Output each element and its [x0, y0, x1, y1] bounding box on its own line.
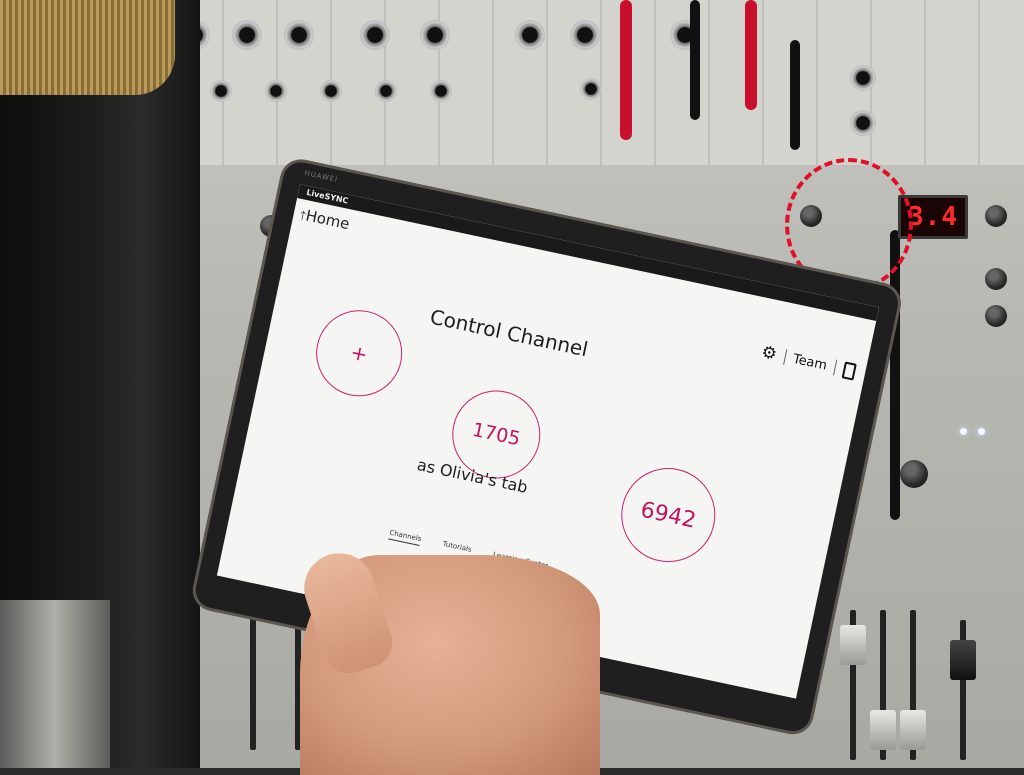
line-jack	[210, 80, 232, 102]
page-title: Control Channel	[427, 304, 591, 362]
fader-cap	[870, 710, 896, 750]
microphone-grille	[0, 0, 175, 95]
divider	[782, 348, 788, 365]
app-name: LiveSYNC	[305, 187, 350, 206]
red-cable	[745, 0, 757, 110]
status-led	[960, 428, 967, 435]
xlr-jack	[360, 20, 390, 50]
xlr-jack	[232, 20, 262, 50]
line-jack	[850, 65, 876, 91]
aux-return-knob	[985, 305, 1007, 327]
status-led	[978, 428, 985, 435]
black-cable	[690, 0, 700, 120]
gear-icon[interactable]: ⚙	[760, 342, 779, 365]
black-cable	[790, 40, 800, 150]
divider	[832, 359, 838, 376]
program-knob	[985, 205, 1007, 227]
phones-knob	[900, 460, 928, 488]
home-link[interactable]: 🡑Home	[297, 205, 351, 237]
xlr-jack	[284, 20, 314, 50]
microphone-base	[0, 600, 110, 768]
red-cable	[620, 0, 632, 140]
xlr-jack	[515, 20, 545, 50]
channel-button[interactable]: 6942	[612, 459, 725, 571]
xlr-jack	[420, 20, 450, 50]
fader-cap	[840, 625, 866, 665]
add-channel-button[interactable]: +	[308, 302, 411, 405]
fader-cap	[900, 710, 926, 750]
aux-return-knob	[985, 268, 1007, 290]
home-label: Home	[304, 206, 352, 234]
line-jack	[320, 80, 342, 102]
header-tools: ⚙ Team	[760, 342, 858, 381]
tab-channels[interactable]: Channels	[388, 528, 423, 547]
line-jack	[430, 80, 452, 102]
device-brand: HUAWEI	[303, 169, 339, 184]
main-mix-fader-cap	[950, 640, 976, 680]
line-jack	[850, 110, 876, 136]
line-jack	[580, 78, 602, 100]
team-button[interactable]: Team	[792, 351, 829, 373]
microphone	[0, 0, 200, 768]
xlr-jack	[570, 20, 600, 50]
line-jack	[265, 80, 287, 102]
lock-icon[interactable]	[841, 360, 857, 381]
line-jack	[375, 80, 397, 102]
